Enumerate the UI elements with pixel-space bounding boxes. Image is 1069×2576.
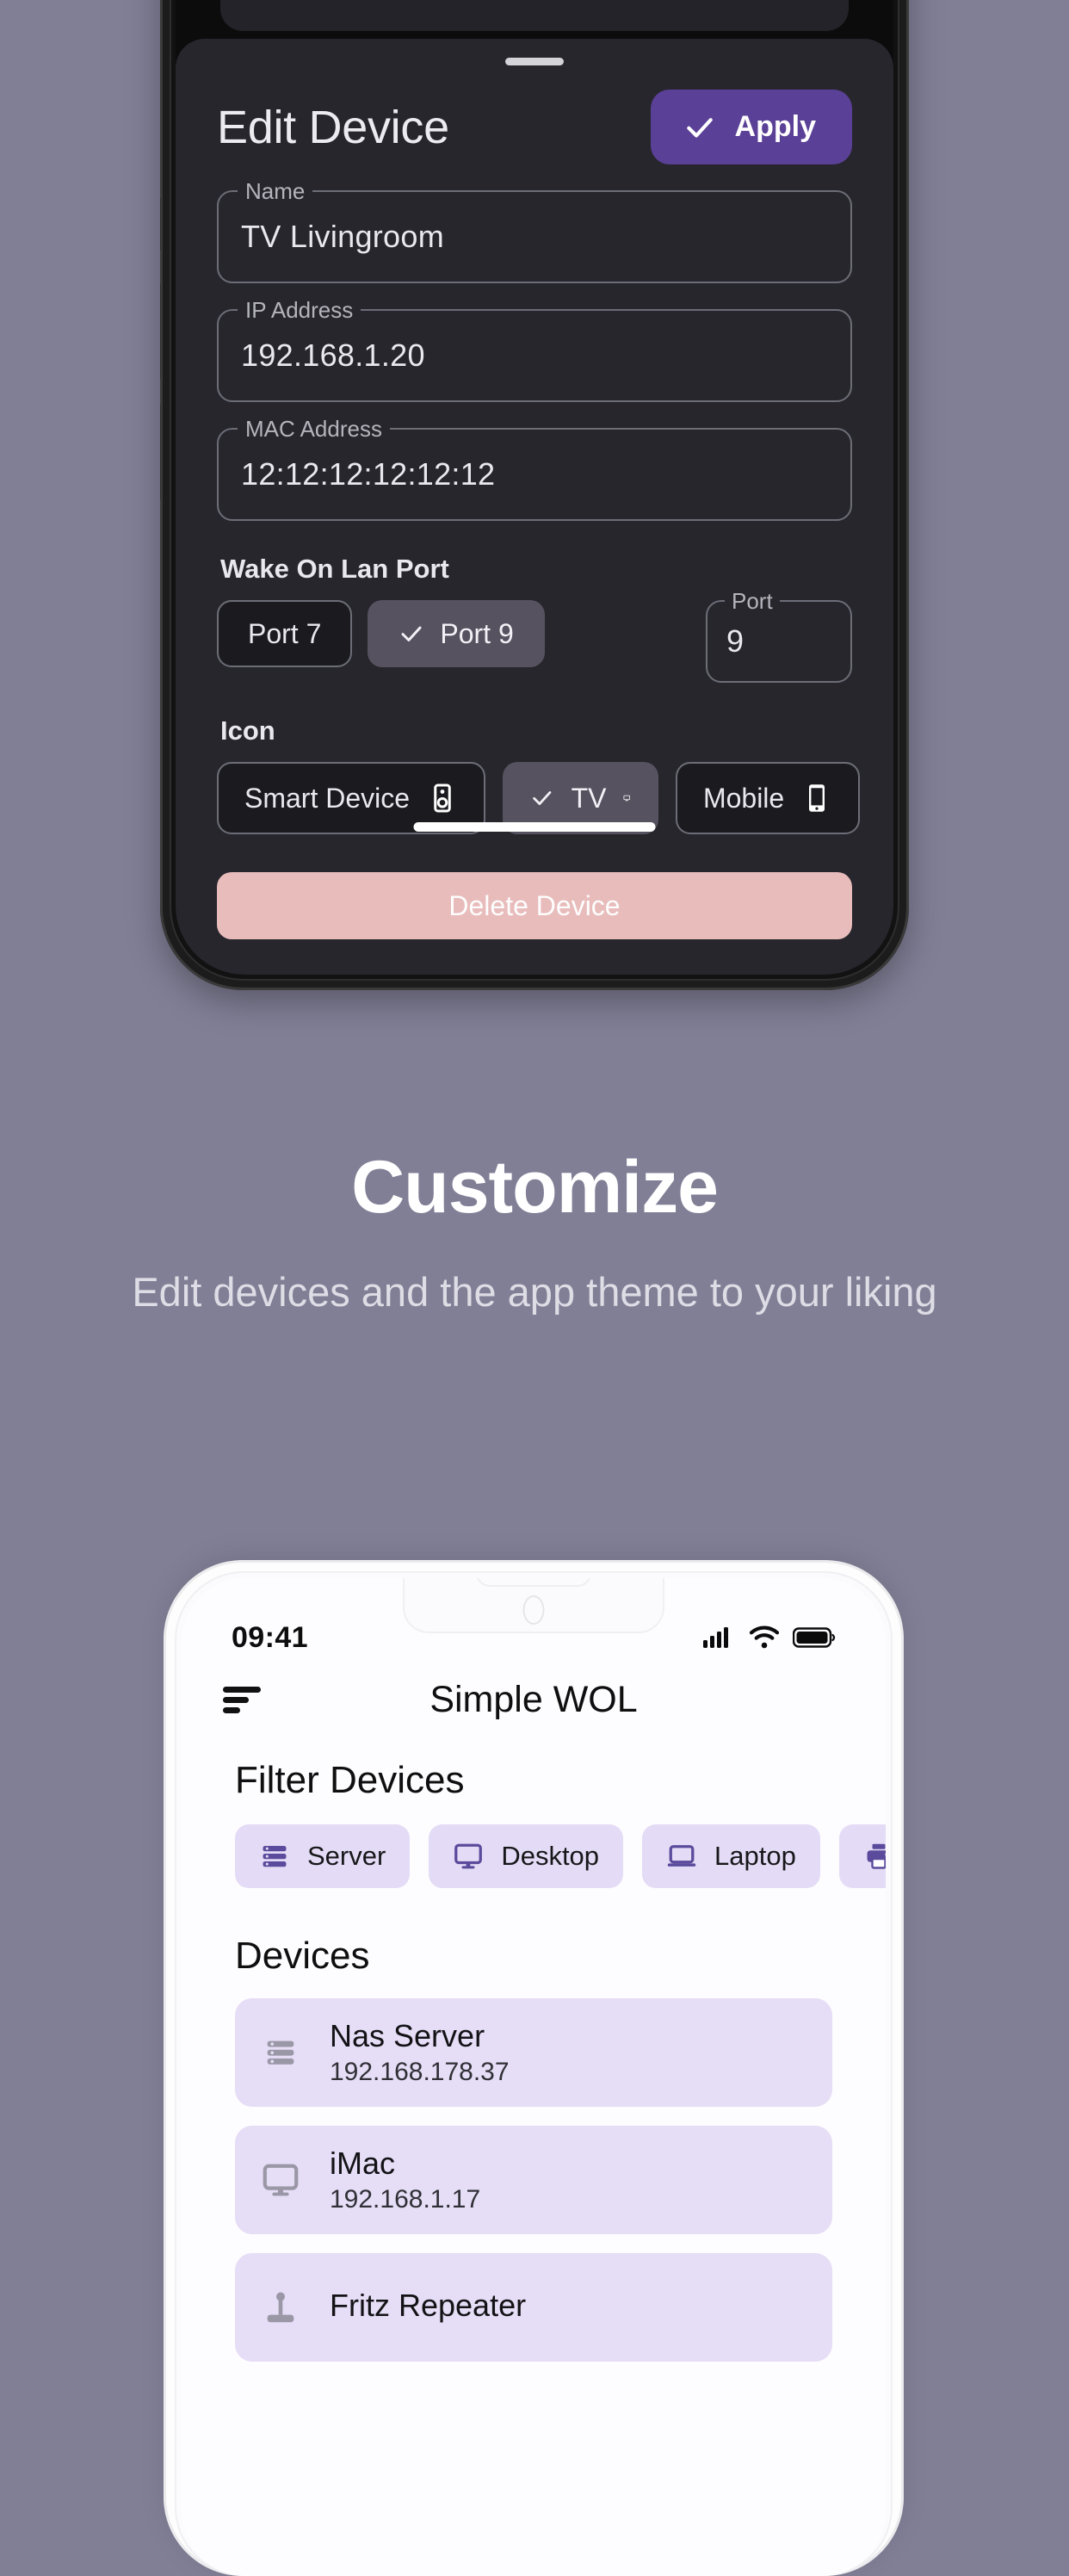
apply-button-label: Apply <box>734 110 816 143</box>
filter-chip-laptop[interactable]: Laptop <box>642 1824 820 1888</box>
status-bar-clock: 09:41 <box>232 1620 308 1654</box>
device-name: Fritz Repeater <box>330 2287 527 2323</box>
wifi-icon <box>749 1625 780 1649</box>
phone-bezel-top: 192.168.1.25 Edit Device Apply Name TV L… <box>170 0 899 981</box>
list-item-text: iMac 192.168.1.17 <box>330 2146 480 2214</box>
check-icon <box>686 117 713 138</box>
speaker-icon <box>434 783 451 813</box>
list-item-text: Fritz Repeater <box>330 2288 526 2327</box>
delete-device-button-label: Delete Device <box>448 889 621 921</box>
filter-chip-server-label: Server <box>307 1841 386 1871</box>
router-icon <box>267 2292 294 2323</box>
edit-device-bottom-sheet: Edit Device Apply Name TV Livingroom IP … <box>176 39 893 975</box>
status-bar: 09:41 <box>182 1578 886 1661</box>
filter-devices-heading: Filter Devices <box>235 1759 465 1801</box>
name-field[interactable]: Name TV Livingroom <box>217 177 852 283</box>
home-indicator[interactable] <box>413 822 656 832</box>
mobile-icon <box>809 784 825 812</box>
status-bar-indicators <box>703 1625 836 1650</box>
name-field-value: TV Livingroom <box>241 219 444 254</box>
port-number-field-label: Port <box>725 587 780 615</box>
phone-volume-down-button <box>160 405 161 499</box>
sheet-drag-handle[interactable] <box>505 58 564 65</box>
device-list: Nas Server 192.168.178.37 iMac 192.168.1… <box>182 1998 886 2362</box>
filter-chip-printer[interactable]: Printer <box>838 1824 886 1888</box>
mac-address-field-label: MAC Address <box>238 415 390 443</box>
ip-address-field-label: IP Address <box>238 296 361 324</box>
battery-full-icon <box>793 1627 836 1648</box>
filter-chip-row: Server Desktop Laptop <box>182 1824 886 1888</box>
desktop-icon <box>454 1843 483 1869</box>
port-7-option[interactable]: Port 7 <box>217 600 353 667</box>
server-icon <box>263 1846 287 1867</box>
list-item[interactable]: Nas Server 192.168.178.37 <box>235 1998 832 2107</box>
desktop-icon <box>263 2164 299 2196</box>
marketing-headline: Customize <box>351 1146 719 1229</box>
printer-icon <box>867 1843 886 1869</box>
icon-option-mobile[interactable]: Mobile <box>675 762 861 834</box>
app-bar: Simple WOL <box>182 1661 886 1720</box>
wake-on-lan-section-label: Wake On Lan Port <box>220 554 449 584</box>
phone-silent-switch <box>160 198 161 250</box>
server-icon <box>267 2040 294 2065</box>
filter-chip-laptop-label: Laptop <box>714 1841 796 1871</box>
phone-screen-top: 192.168.1.25 Edit Device Apply Name TV L… <box>176 0 893 975</box>
mac-address-field-value: 12:12:12:12:12:12 <box>241 456 496 492</box>
device-name: iMac <box>330 2145 396 2181</box>
name-field-label: Name <box>238 177 313 205</box>
icon-option-tv-label: TV <box>571 782 607 814</box>
port-9-label: Port 9 <box>440 617 514 649</box>
filter-chip-desktop[interactable]: Desktop <box>429 1824 624 1888</box>
phone-mockup-top: 192.168.1.25 Edit Device Apply Name TV L… <box>160 0 909 990</box>
app-title: Simple WOL <box>429 1678 638 1720</box>
ip-address-field-value: 192.168.1.20 <box>241 337 425 373</box>
cellular-signal-icon <box>703 1627 728 1648</box>
port-7-label: Port 7 <box>248 617 322 649</box>
tv-icon <box>623 795 631 802</box>
phone-bezel-bottom: 09:41 Simple WOL Filter Devices Server D… <box>175 1571 893 2576</box>
background-device-card[interactable]: 192.168.1.25 <box>220 0 849 31</box>
list-item[interactable]: iMac 192.168.1.17 <box>235 2126 832 2234</box>
phone-volume-up-button <box>160 284 161 379</box>
icon-option-mobile-label: Mobile <box>702 782 785 814</box>
phone-screen-bottom: 09:41 Simple WOL Filter Devices Server D… <box>182 1578 886 2576</box>
device-ip: 192.168.1.17 <box>330 2185 481 2214</box>
icon-section-label: Icon <box>220 715 275 746</box>
list-item-text: Nas Server 192.168.178.37 <box>330 2018 510 2087</box>
laptop-icon <box>667 1845 696 1867</box>
phone-mockup-bottom: 09:41 Simple WOL Filter Devices Server D… <box>164 1560 904 2576</box>
delete-device-button[interactable]: Delete Device <box>217 872 852 939</box>
device-name: Nas Server <box>330 2017 485 2053</box>
mac-address-field[interactable]: MAC Address 12:12:12:12:12:12 <box>217 415 852 521</box>
port-number-field[interactable]: Port 9 <box>706 587 852 683</box>
page-title: Edit Device <box>217 101 449 153</box>
ip-address-field[interactable]: IP Address 192.168.1.20 <box>217 296 852 402</box>
port-9-option[interactable]: Port 9 <box>368 600 545 667</box>
list-item[interactable]: Fritz Repeater <box>235 2253 832 2362</box>
icon-option-smart-device-label: Smart Device <box>244 782 411 814</box>
device-ip: 192.168.178.37 <box>330 2058 510 2087</box>
apply-button[interactable]: Apply <box>650 90 852 164</box>
port-number-field-value: 9 <box>726 623 745 659</box>
marketing-subtitle: Edit devices and the app theme to your l… <box>132 1269 937 1315</box>
check-icon <box>401 626 422 641</box>
check-icon <box>533 791 552 806</box>
sheet-header: Edit Device Apply <box>176 65 893 164</box>
marketing-copy: Customize Edit devices and the app theme… <box>0 1145 1069 1317</box>
filter-chip-server[interactable]: Server <box>235 1824 411 1888</box>
filter-chip-desktop-label: Desktop <box>501 1841 600 1871</box>
wake-on-lan-port-row: Port 7 Port 9 Port 9 <box>176 587 893 683</box>
devices-heading: Devices <box>235 1935 370 1977</box>
